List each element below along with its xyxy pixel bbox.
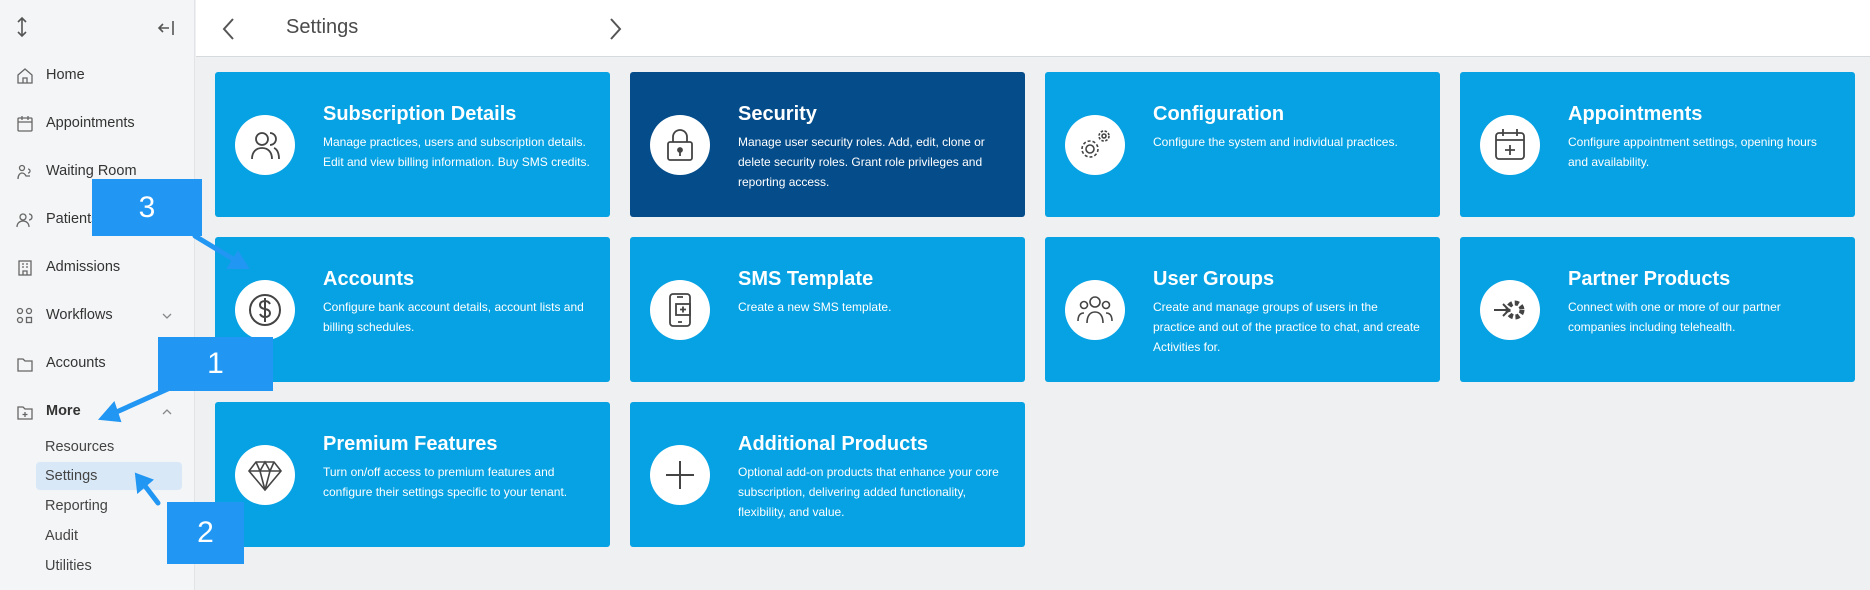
card-title: Premium Features xyxy=(323,433,498,455)
user-group-icon xyxy=(1077,296,1113,324)
card-subscription-details[interactable]: Subscription Details Manage practices, u… xyxy=(215,72,610,217)
card-icon-circle xyxy=(1065,280,1125,340)
card-icon-circle xyxy=(235,115,295,175)
card-description: Connect with one or more of our partner … xyxy=(1568,300,1781,334)
card-title: Additional Products xyxy=(738,433,928,455)
card-icon-circle xyxy=(235,445,295,505)
sort-updown-icon[interactable] xyxy=(12,16,32,38)
sidebar-subitem-resources[interactable]: Resources xyxy=(36,433,182,461)
sidebar-subitem-audit[interactable]: Audit xyxy=(36,522,182,550)
card-description: Configure bank account details, account … xyxy=(323,300,584,334)
sidebar-item-label: Accounts xyxy=(46,355,106,371)
patients-icon xyxy=(16,213,33,228)
card-title: Subscription Details xyxy=(323,103,517,125)
card-icon-circle xyxy=(650,115,710,175)
card-accounts[interactable]: Accounts Configure bank account details,… xyxy=(215,237,610,382)
card-description: Configure appointment settings, opening … xyxy=(1568,135,1817,169)
waiting-room-icon xyxy=(17,164,31,180)
sidebar-item-workflows[interactable]: Workflows xyxy=(0,296,195,336)
card-icon-circle xyxy=(650,280,710,340)
workflows-icon xyxy=(16,307,33,324)
card-description: Create a new SMS template. xyxy=(738,300,892,314)
card-icon-circle xyxy=(1480,115,1540,175)
sidebar-subitem-settings[interactable]: Settings xyxy=(36,462,182,490)
card-description: Manage user security roles. Add, edit, c… xyxy=(738,135,985,189)
card-icon-circle xyxy=(235,280,295,340)
card-title: User Groups xyxy=(1153,268,1275,290)
phone-icon xyxy=(669,293,691,327)
card-user-groups[interactable]: User Groups Create and manage groups of … xyxy=(1045,237,1440,382)
callout-3: 3 xyxy=(92,179,202,236)
sidebar-item-label: More xyxy=(46,403,81,419)
sidebar-item-label: Waiting Room xyxy=(46,163,137,179)
card-icon-circle xyxy=(650,445,710,505)
sidebar-item-more[interactable]: More xyxy=(0,392,195,432)
back-arrow-icon[interactable] xyxy=(220,17,238,41)
folder-icon xyxy=(17,358,33,372)
sidebar-item-label: Admissions xyxy=(46,259,121,275)
card-title: Security xyxy=(738,103,817,125)
page-title: Settings xyxy=(286,16,359,38)
home-icon xyxy=(17,68,33,84)
collapse-sidebar-icon[interactable] xyxy=(156,18,176,38)
admissions-icon xyxy=(18,260,32,276)
users-icon xyxy=(251,132,280,160)
calendar-icon xyxy=(17,116,33,132)
sidebar-item-label: Appointments xyxy=(46,115,135,131)
callout-1: 1 xyxy=(158,337,273,391)
dollar-icon xyxy=(249,294,281,326)
card-configuration[interactable]: Configuration Configure the system and i… xyxy=(1045,72,1440,217)
card-title: SMS Template xyxy=(738,268,874,290)
sidebar-item-label: Workflows xyxy=(46,307,113,323)
card-description: Turn on/off access to premium features a… xyxy=(323,465,568,499)
diamond-icon xyxy=(247,460,283,492)
sidebar-subitem-reporting[interactable]: Reporting xyxy=(36,492,182,520)
calendar-plus-icon xyxy=(1495,129,1525,160)
partner-icon xyxy=(1494,300,1525,320)
card-description: Configure the system and individual prac… xyxy=(1153,135,1398,149)
card-description: Optional add-on products that enhance yo… xyxy=(738,465,999,519)
card-description: Manage practices, users and subscription… xyxy=(323,135,590,169)
chevron-down-icon xyxy=(162,313,172,319)
card-title: Partner Products xyxy=(1568,268,1731,290)
card-additional-products[interactable]: Additional Products Optional add-on prod… xyxy=(630,402,1025,547)
sidebar-item-label: Patients xyxy=(46,211,99,227)
card-partner-products[interactable]: Partner Products Connect with one or mor… xyxy=(1460,237,1855,382)
sidebar-top xyxy=(0,0,194,56)
card-security[interactable]: Security Manage user security roles. Add… xyxy=(630,72,1025,217)
sidebar-item-home[interactable]: Home xyxy=(0,56,195,96)
card-title: Accounts xyxy=(323,268,415,290)
chevron-up-icon xyxy=(162,409,172,415)
card-appointments[interactable]: Appointments Configure appointment setti… xyxy=(1460,72,1855,217)
folder-plus-icon xyxy=(17,406,33,420)
card-icon-circle xyxy=(1065,115,1125,175)
card-icon-circle xyxy=(1480,280,1540,340)
card-title: Configuration xyxy=(1153,103,1285,125)
page-header: Settings xyxy=(196,0,1870,57)
sidebar-item-appointments[interactable]: Appointments xyxy=(0,104,195,144)
forward-arrow-icon[interactable] xyxy=(606,17,624,41)
gears-icon xyxy=(1081,130,1110,158)
sidebar: Home Appointments Waiting Room Patients … xyxy=(0,0,195,590)
sidebar-item-label: Home xyxy=(46,67,85,83)
card-description: Create and manage groups of users in the… xyxy=(1153,300,1420,354)
sidebar-subitem-utilities[interactable]: Utilities xyxy=(36,552,182,580)
card-title: Appointments xyxy=(1568,103,1703,125)
callout-2: 2 xyxy=(167,502,244,564)
card-premium-features[interactable]: Premium Features Turn on/off access to p… xyxy=(215,402,610,547)
plus-icon xyxy=(666,461,694,489)
lock-icon xyxy=(667,129,693,161)
card-sms-template[interactable]: SMS Template Create a new SMS template. xyxy=(630,237,1025,382)
sidebar-item-admissions[interactable]: Admissions xyxy=(0,248,195,288)
